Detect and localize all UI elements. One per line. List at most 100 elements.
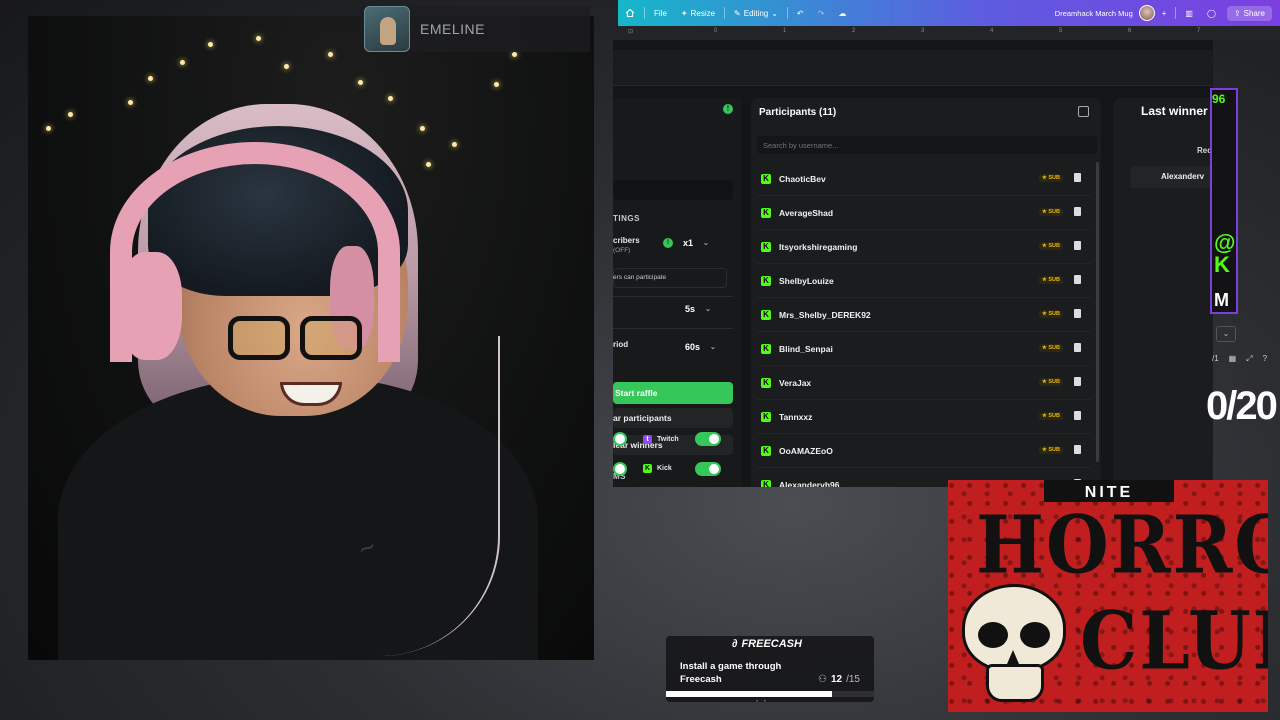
- editing-mode-dropdown[interactable]: ✎ Editing ⌄: [727, 9, 785, 18]
- copy-icon[interactable]: [1078, 106, 1089, 117]
- delay-select[interactable]: 5s ⌄: [685, 304, 711, 314]
- undo-button[interactable]: ↶: [790, 9, 811, 18]
- trash-icon[interactable]: [1074, 309, 1081, 318]
- status-icon: !: [723, 104, 733, 114]
- trash-icon[interactable]: [1074, 445, 1081, 454]
- participant-name: OoAMAZEoO: [779, 445, 833, 456]
- chevron-down-icon: ⌄: [705, 306, 711, 313]
- insights-button[interactable]: ▥: [1178, 9, 1200, 18]
- redo-button[interactable]: ↷: [811, 9, 832, 18]
- trash-icon[interactable]: [1074, 377, 1081, 386]
- platform-twitch: t Twitch: [643, 435, 679, 444]
- participant-name: AverageShad: [779, 207, 834, 218]
- avatar: [364, 6, 410, 52]
- freecash-progress-count: ⚇ 12 /15: [818, 674, 860, 685]
- participants-title: Participants (11): [759, 107, 837, 118]
- trash-icon[interactable]: [1074, 173, 1081, 182]
- pager-dots: • •: [756, 699, 768, 705]
- file-menu[interactable]: File: [647, 9, 674, 18]
- participant-row: K Mrs_Shelby_DEREK92 ★ SUB: [757, 298, 1091, 332]
- trash-icon[interactable]: [1074, 343, 1081, 352]
- redo-icon: ↷: [817, 8, 825, 18]
- scrollbar[interactable]: [1096, 162, 1099, 462]
- search-input[interactable]: [757, 136, 1097, 154]
- webcam-feed: ~: [28, 16, 594, 660]
- sub-badge: ★ SUB: [1038, 276, 1063, 284]
- bar-chart-icon: ▥: [1185, 8, 1193, 18]
- start-raffle-button[interactable]: Start raffle: [613, 382, 733, 404]
- home-button[interactable]: [618, 8, 642, 18]
- comments-button[interactable]: ◯: [1200, 9, 1223, 18]
- participant-name: Alexandervh96: [779, 479, 840, 488]
- viewer-name: EMELINE: [420, 21, 485, 37]
- trash-icon[interactable]: [1074, 241, 1081, 250]
- share-icon: ⇪: [1233, 8, 1241, 18]
- sub-badge-label: SUB: [1048, 413, 1060, 419]
- period-value: 60s: [685, 342, 701, 352]
- platform-kick: K Kick: [643, 464, 672, 473]
- period-select[interactable]: 60s ⌄: [685, 342, 716, 352]
- editor-toolbar: File ✦ Resize ✎ Editing ⌄ ↶ ↷ ☁ Dreamhac…: [618, 0, 1280, 26]
- sub-badge: ★ SUB: [1038, 208, 1063, 216]
- stream-scene: ~ EMELINE File ✦ Resize ✎ Editing ⌄ ↶ ↷ …: [0, 0, 1280, 720]
- freecash-logo-icon: ∂: [732, 638, 738, 650]
- twitch-toggle[interactable]: [695, 432, 721, 446]
- goal-counter: 0/20: [1206, 384, 1278, 428]
- participants-panel: Participants (11) K ChaoticBev ★ SUB K Avera…: [751, 98, 1101, 487]
- participant-row: K ShelbyLouize ★ SUB: [757, 264, 1091, 298]
- trash-icon[interactable]: [1074, 207, 1081, 216]
- settings-panel: TINGS cribers (OFF) ! x1 ⌄ ers can parti…: [613, 98, 741, 487]
- freecash-progress-fill: [666, 691, 833, 697]
- ruler: ⊡ 0 1 2 3 4 5 6 7: [618, 26, 1280, 40]
- kick-icon: K: [761, 445, 771, 456]
- participant-row: K VeraJax ★ SUB: [757, 366, 1091, 400]
- winner-name: Alexanderv: [1131, 166, 1213, 188]
- participant-name: Blind_Senpai: [779, 343, 833, 354]
- freecash-brand: FREECASH: [741, 638, 802, 650]
- chevron-down-icon[interactable]: ⌄: [1216, 326, 1236, 342]
- kick-icon: K: [761, 241, 771, 252]
- sub-badge-label: SUB: [1048, 277, 1060, 283]
- multiplier-select[interactable]: ! x1 ⌄: [663, 238, 709, 248]
- expand-icon[interactable]: ⤢: [1246, 354, 1252, 364]
- kick-icon: K: [761, 411, 771, 422]
- help-icon[interactable]: ?: [1263, 354, 1267, 364]
- freecash-task: Install a game through Freecash: [680, 661, 782, 685]
- cloud-save-button[interactable]: ☁: [831, 9, 853, 18]
- kick-icon: K: [761, 309, 771, 320]
- freecash-logo: ∂ FREECASH: [732, 638, 802, 650]
- chevron-down-icon: ⌄: [703, 240, 709, 247]
- design-title[interactable]: Dreamhack March Mug: [1055, 9, 1133, 18]
- platform-twitch-label: Twitch: [657, 436, 679, 443]
- participant-name: VeraJax: [779, 377, 812, 388]
- add-collaborator-button[interactable]: +: [1155, 9, 1174, 18]
- kick-icon: K: [761, 377, 771, 388]
- info-icon: !: [663, 238, 673, 248]
- participant-row: K Blind_Senpai ★ SUB: [757, 332, 1091, 366]
- settings-input[interactable]: [613, 180, 733, 200]
- clear-participants-button[interactable]: ar participants: [613, 408, 733, 428]
- platform-toggle-left-1[interactable]: [613, 432, 627, 446]
- settings-heading: TINGS: [613, 214, 640, 223]
- horror-club-logo: NITE HORROR CLUB: [948, 480, 1268, 712]
- kick-toggle[interactable]: [695, 462, 721, 476]
- trash-icon[interactable]: [1074, 275, 1081, 284]
- participants-list: K ChaoticBev ★ SUB K AverageShad ★ SUB K Itsyor…: [757, 162, 1091, 487]
- participant-name: ShelbyLouize: [779, 275, 834, 286]
- subscribers-label: cribers: [613, 236, 640, 245]
- kick-icon: K: [761, 207, 771, 218]
- collaborator-avatar[interactable]: [1138, 5, 1155, 21]
- share-button[interactable]: ⇪ Share: [1226, 5, 1272, 21]
- sub-badge-label: SUB: [1048, 447, 1060, 453]
- freecash-progress-total: /15: [846, 674, 860, 685]
- twitch-icon: t: [643, 435, 652, 444]
- sub-badge: ★ SUB: [1038, 310, 1063, 318]
- platform-toggle-left-2[interactable]: [613, 462, 627, 476]
- users-icon: ⚇: [818, 674, 827, 685]
- freecash-progress-bar: [666, 691, 874, 697]
- trash-icon[interactable]: [1074, 411, 1081, 420]
- resize-button[interactable]: ✦ Resize: [674, 9, 722, 18]
- grid-icon[interactable]: ▦: [1229, 354, 1237, 364]
- who-can-participate-text: ers can participate: [613, 274, 667, 281]
- participant-row: K Tannxxz ★ SUB: [757, 400, 1091, 434]
